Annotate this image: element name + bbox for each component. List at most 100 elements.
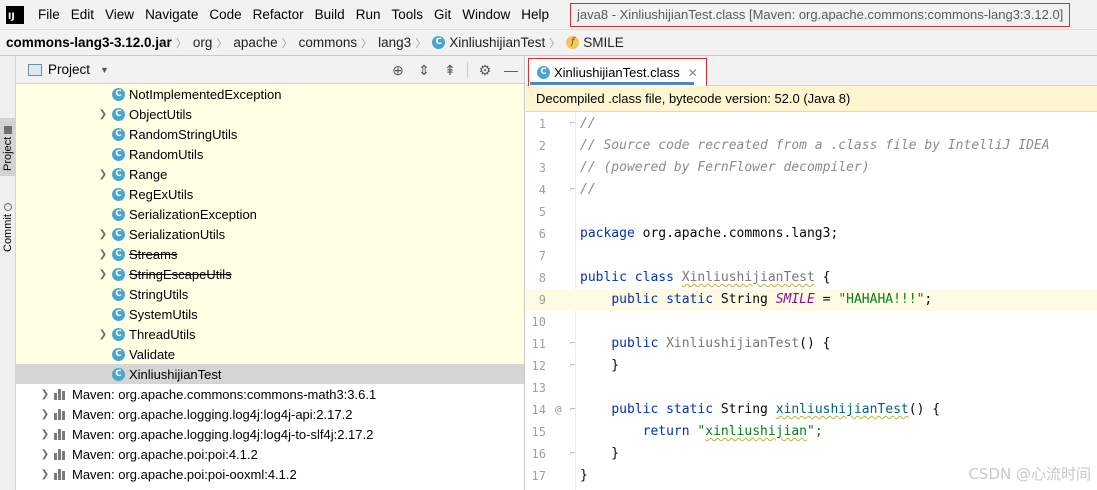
breadcrumb-label: commons — [298, 35, 358, 50]
chevron-right-icon[interactable]: ❯ — [94, 229, 112, 240]
tree-item[interactable]: C SystemUtils — [16, 304, 524, 324]
chevron-right-icon[interactable]: ❯ — [94, 169, 112, 180]
tree-item[interactable]: C XinliushijianTest — [16, 364, 524, 384]
menu-build[interactable]: Build — [315, 7, 345, 22]
chevron-right-icon[interactable]: ❯ — [36, 449, 54, 460]
chevron-right-icon[interactable]: ❯ — [94, 329, 112, 340]
minimize-icon[interactable]: — — [498, 62, 524, 78]
fold-marker-icon[interactable]: ⌐ — [570, 443, 575, 465]
library-item[interactable]: ❯ Maven: org.apache.commons:commons-math3… — [16, 384, 524, 404]
project-panel-title[interactable]: Project — [48, 62, 90, 77]
code-editor[interactable]: 1 ⌐ // 2 // Source code recreated from a .cl… — [526, 112, 1097, 490]
menu-file[interactable]: File — [38, 7, 60, 22]
code-text: } — [580, 443, 619, 465]
class-icon: C — [112, 167, 125, 181]
locate-icon[interactable]: ⊕ — [385, 62, 411, 79]
tree-item-label: SerializationException — [129, 206, 257, 222]
code-line: 2 // Source code recreated from a .class … — [526, 135, 1097, 157]
decompiled-notice: Decompiled .class file, bytecode version… — [526, 86, 1097, 112]
code-text: } — [580, 355, 619, 377]
tree-item[interactable]: ❯ C StringEscapeUtils — [16, 264, 524, 284]
collapse-all-icon[interactable]: ⇞ — [437, 62, 463, 79]
tree-item[interactable]: ❯ C Streams — [16, 244, 524, 264]
override-marker-icon[interactable]: @ — [555, 399, 562, 421]
code-text: public static String xinliushijianTest()… — [580, 399, 940, 421]
chevron-down-icon[interactable]: ▼ — [100, 65, 109, 75]
tool-tab-commit[interactable]: Commit — [0, 196, 16, 256]
close-icon[interactable]: ✕ — [688, 66, 698, 80]
tree-item[interactable]: C Validate — [16, 344, 524, 364]
chevron-right-icon[interactable]: ❯ — [94, 249, 112, 260]
class-icon: C — [112, 207, 125, 221]
class-icon: C — [432, 36, 446, 49]
library-item[interactable]: ❯ Maven: org.apache.logging.log4j:log4j-t… — [16, 424, 524, 444]
chevron-right-icon[interactable]: ❯ — [36, 389, 54, 400]
breadcrumb-item[interactable]: C XinliushijianTest — [432, 35, 545, 50]
active-tab-indicator — [530, 82, 694, 85]
tree-item[interactable]: ❯ C ThreadUtils — [16, 324, 524, 344]
class-icon: C — [112, 327, 125, 341]
tool-tab-project-label: Project — [2, 136, 14, 172]
menu-git[interactable]: Git — [434, 7, 451, 22]
code-line: 15 return "xinliushijian"; — [526, 421, 1097, 443]
fold-marker-icon[interactable]: ⌐ — [570, 113, 575, 135]
tree-item[interactable]: C StringUtils — [16, 284, 524, 304]
library-item-label: Maven: org.apache.poi:poi-ooxml:4.1.2 — [72, 466, 297, 482]
tree-item[interactable]: C SerializationException — [16, 204, 524, 224]
code-token: // — [580, 116, 596, 131]
code-token: org.apache.commons.lang3; — [634, 226, 839, 241]
library-item[interactable]: ❯ Maven: org.apache.logging.log4j:log4j-a… — [16, 404, 524, 424]
breadcrumb-item[interactable]: lang3 — [378, 35, 411, 50]
expand-all-icon[interactable]: ⇕ — [411, 62, 437, 79]
breadcrumb-item[interactable]: commons-lang3-3.12.0.jar — [6, 35, 172, 50]
tree-item[interactable]: C RandomUtils — [16, 144, 524, 164]
chevron-right-icon[interactable]: ❯ — [94, 109, 112, 120]
fold-marker-icon[interactable]: ⌐ — [570, 399, 575, 421]
breadcrumb-item[interactable]: f SMILE — [566, 35, 624, 50]
chevron-right-icon[interactable]: ❯ — [94, 269, 112, 280]
project-tree: C NotImplementedException ❯ C ObjectUtils C Ra… — [16, 84, 524, 484]
line-number: 16 — [531, 447, 546, 461]
chevron-right-icon[interactable]: ❯ — [36, 429, 54, 440]
breadcrumb-label: org — [192, 35, 213, 50]
breadcrumb-item[interactable]: apache — [233, 35, 277, 50]
breadcrumb-item[interactable]: commons — [299, 35, 358, 50]
breadcrumb-item[interactable]: org — [193, 35, 213, 50]
line-number: 10 — [531, 315, 546, 329]
menu-help[interactable]: Help — [521, 7, 549, 22]
library-item[interactable]: ❯ Maven: org.apache.poi:poi:4.1.2 — [16, 444, 524, 464]
tree-item[interactable]: C RegExUtils — [16, 184, 524, 204]
menu-navigate[interactable]: Navigate — [145, 7, 198, 22]
gear-icon[interactable]: ⚙ — [472, 62, 498, 79]
tree-item[interactable]: ❯ C Range — [16, 164, 524, 184]
menu-run[interactable]: Run — [356, 7, 381, 22]
menu-refactor[interactable]: Refactor — [253, 7, 304, 22]
tree-item[interactable]: C NotImplementedException — [16, 84, 524, 104]
menu-code[interactable]: Code — [209, 7, 241, 22]
breadcrumb-label: lang3 — [378, 35, 412, 50]
tool-tab-project[interactable]: Project — [0, 118, 16, 176]
menu-tools[interactable]: Tools — [391, 7, 423, 22]
code-token: ; — [924, 292, 933, 307]
fold-marker-icon[interactable]: ⌐ — [570, 355, 575, 377]
fold-marker-icon[interactable]: ⌐ — [570, 179, 575, 201]
tree-item-label: Streams — [129, 246, 178, 262]
code-token: String — [720, 402, 776, 417]
menu-window[interactable]: Window — [462, 7, 510, 22]
editor-area: C XinliushijianTest.class ✕ Decompiled .… — [526, 56, 1097, 490]
code-token: } — [580, 358, 620, 373]
chevron-right-icon[interactable]: ❯ — [36, 409, 54, 420]
chevron-right-icon[interactable]: ❯ — [36, 469, 54, 480]
library-item[interactable]: ❯ Maven: org.apache.poi:poi-ooxml:4.1.2 — [16, 464, 524, 484]
class-icon: C — [112, 127, 125, 141]
tree-item[interactable]: C RandomStringUtils — [16, 124, 524, 144]
tree-item-label: RegExUtils — [129, 186, 194, 202]
project-panel-toolbar: ⊕ ⇕ ⇞ ⚙ — — [385, 56, 524, 84]
menu-view[interactable]: View — [105, 7, 134, 22]
menu-edit[interactable]: Edit — [71, 7, 94, 22]
tree-item[interactable]: ❯ C ObjectUtils — [16, 104, 524, 124]
fold-marker-icon[interactable]: ⌐ — [570, 333, 575, 355]
tree-item[interactable]: ❯ C SerializationUtils — [16, 224, 524, 244]
